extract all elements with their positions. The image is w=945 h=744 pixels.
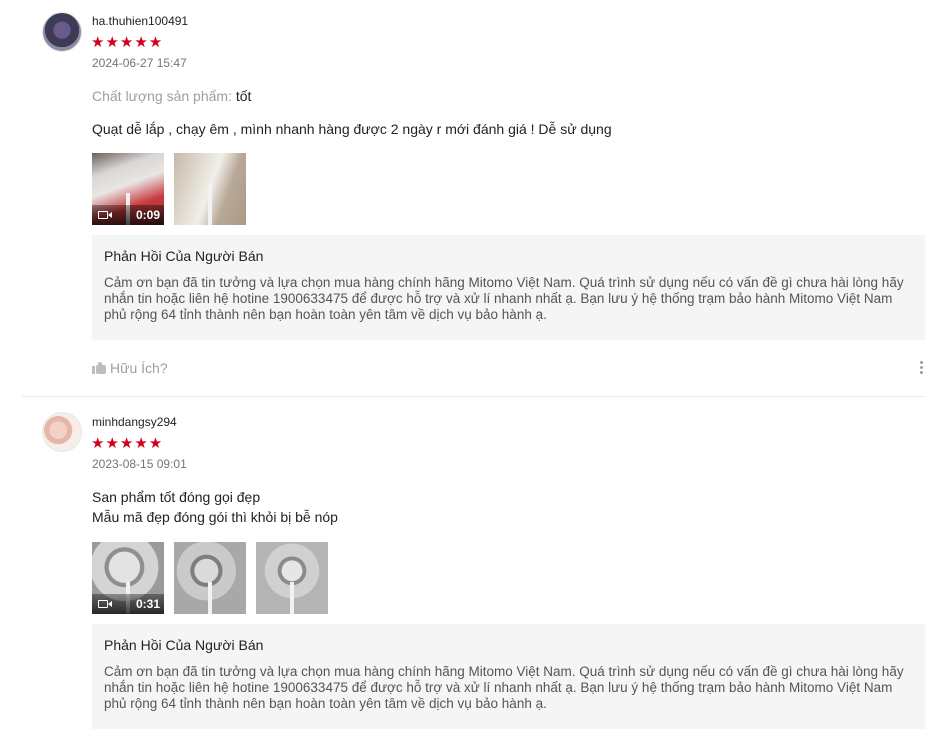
review-date: 2023-08-15 09:01 — [92, 457, 187, 471]
review-image-thumbnail[interactable] — [174, 542, 246, 614]
review-text-line: Quạt dễ lắp , chạy êm , mình nhanh hàng … — [92, 121, 612, 137]
helpful-label: Hữu Ích? — [110, 360, 168, 376]
quality-value: tốt — [235, 88, 252, 104]
review-video-thumbnail[interactable]: 0:31 — [92, 542, 164, 614]
fan-pole — [208, 183, 212, 225]
review-video-thumbnail[interactable]: 0:09 — [92, 153, 164, 225]
seller-reply-text: Cảm ơn bạn đã tin tưởng và lựa chọn mua … — [104, 664, 904, 711]
user-avatar[interactable] — [42, 12, 82, 52]
review-text-line: Mẫu mã đẹp đóng gói thì khỏi bị bễ nóp — [92, 509, 338, 525]
seller-reply: Phản Hồi Của Người Bán Cảm ơn bạn đã tin… — [92, 235, 925, 340]
review-content: Quạt dễ lắp , chạy êm , mình nhanh hàng … — [92, 119, 612, 139]
thumbs-up-icon — [92, 362, 106, 374]
review-username[interactable]: ha.thuhien100491 — [92, 14, 188, 28]
fan-pole — [290, 582, 294, 614]
review-image-thumbnail[interactable] — [256, 542, 328, 614]
review-divider — [22, 396, 925, 397]
video-overlay: 0:31 — [92, 594, 164, 614]
video-overlay: 0:09 — [92, 205, 164, 225]
quality-label: Chất lượng sản phẩm: — [92, 88, 236, 104]
video-duration: 0:09 — [135, 208, 160, 222]
rating-stars: ★★★★★ — [91, 34, 164, 51]
seller-reply-title: Phản Hồi Của Người Bán — [104, 637, 264, 653]
review-username[interactable]: minhdangsy294 — [92, 415, 177, 429]
fan-pole — [208, 582, 212, 614]
review-image-thumbnail[interactable] — [174, 153, 246, 225]
review-text-line: San phẩm tốt đóng gọi đẹp — [92, 489, 261, 505]
review-content: San phẩm tốt đóng gọi đẹp Mẫu mã đẹp đón… — [92, 487, 338, 527]
seller-reply: Phản Hồi Của Người Bán Cảm ơn bạn đã tin… — [92, 624, 925, 729]
product-quality: Chất lượng sản phẩm: tốt — [92, 88, 251, 104]
seller-reply-title: Phản Hồi Của Người Bán — [104, 248, 264, 264]
video-camera-icon — [98, 210, 112, 220]
helpful-button[interactable]: Hữu Ích? — [92, 360, 168, 376]
more-options-icon[interactable] — [920, 361, 924, 375]
user-avatar[interactable] — [42, 412, 82, 452]
rating-stars: ★★★★★ — [91, 435, 164, 452]
review-date: 2024-06-27 15:47 — [92, 56, 187, 70]
seller-reply-text: Cảm ơn bạn đã tin tưởng và lựa chọn mua … — [104, 275, 904, 322]
video-duration: 0:31 — [135, 597, 160, 611]
video-camera-icon — [98, 599, 112, 609]
